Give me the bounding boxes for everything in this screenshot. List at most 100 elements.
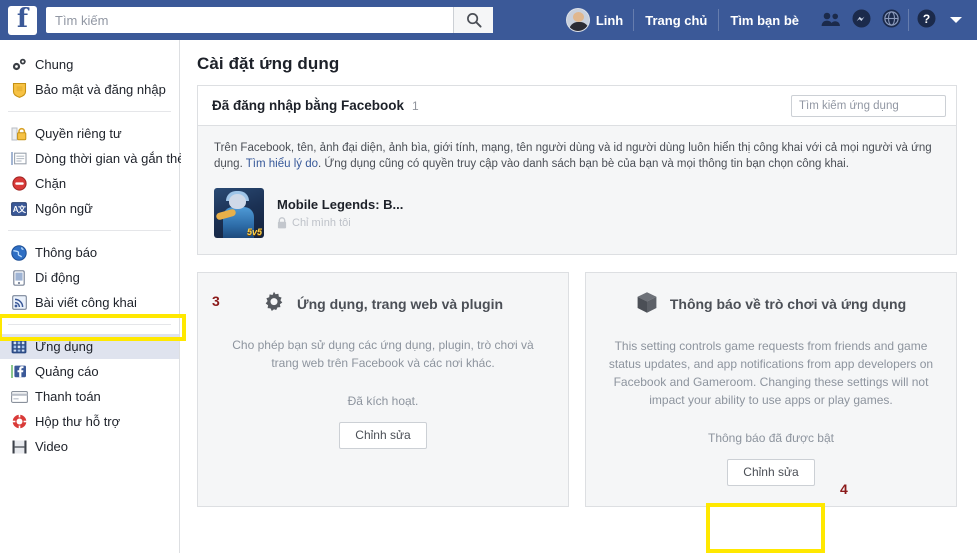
gears-icon: [10, 57, 28, 73]
sidebar-item-payments[interactable]: Thanh toán: [0, 384, 179, 409]
card-header: Đã đăng nhập bằng Facebook 1: [198, 86, 956, 126]
sidebar-item-blocking[interactable]: Chặn: [0, 171, 179, 196]
app-meta: Mobile Legends: B... Chỉ mình tôi: [277, 197, 403, 229]
sidebar-group-3: Thông báo Di động Bài viết công khai: [0, 236, 179, 319]
sidebar-item-label: Chung: [35, 57, 74, 72]
info-text-after-link: . Ứng dụng cũng có quyền truy cập vào da…: [318, 158, 849, 170]
sidebar-item-video[interactable]: Video: [0, 434, 179, 459]
messenger-button[interactable]: [846, 6, 876, 34]
game-app-notifications-panel: Thông báo về trò chơi và ứng dụng This s…: [585, 272, 957, 507]
top-nav-icon-group: ?: [816, 6, 971, 34]
timeline-icon: [10, 151, 28, 167]
annotation-marker-3: 3: [212, 293, 220, 309]
sidebar-item-language[interactable]: A 文 Ngôn ngữ: [0, 196, 179, 221]
friend-requests-button[interactable]: [816, 6, 846, 34]
nav-divider: [718, 9, 720, 31]
sidebar-item-privacy[interactable]: Quyền riêng tư: [0, 121, 179, 146]
sidebar-item-timeline-tagging[interactable]: Dòng thời gian và gắn thẻ: [0, 146, 184, 171]
main-content: Cài đặt ứng dụng Đã đăng nhập bằng Faceb…: [181, 40, 977, 553]
gear-icon: [263, 291, 285, 316]
sidebar-item-label: Video: [35, 439, 69, 454]
sidebar-item-support-inbox[interactable]: Hộp thư hỗ trợ: [0, 409, 179, 434]
sidebar-item-label: Ứng dụng: [35, 339, 94, 354]
apps-info-text: Trên Facebook, tên, ảnh đại diện, ảnh bì…: [198, 126, 956, 184]
sidebar-item-security-login[interactable]: Bảo mật và đăng nhập: [0, 77, 179, 102]
panel-description: Cho phép bạn sử dụng các ứng dụng, plugi…: [232, 338, 534, 370]
settings-panels: Ứng dụng, trang web và plugin Cho phép b…: [197, 272, 957, 507]
app-search-input[interactable]: [791, 94, 946, 117]
top-navigation-bar: f Linh Trang chủ Tìm bạn bè: [0, 0, 977, 40]
settings-sidebar: Chung Bảo mật và đăng nhập Quyền riêng t…: [0, 40, 184, 553]
search-button[interactable]: [453, 7, 493, 33]
app-privacy-label: Chỉ mình tôi: [292, 217, 351, 229]
account-menu-button[interactable]: [941, 6, 971, 34]
apps-edit-button[interactable]: Chỉnh sửa: [339, 422, 427, 449]
shield-icon: [10, 82, 28, 98]
app-thumbnail-badge: 5v5: [246, 227, 262, 237]
panel-header: Ứng dụng, trang web và plugin: [218, 291, 548, 316]
cube-box-icon: [636, 291, 658, 317]
notifications-edit-button[interactable]: Chỉnh sửa: [727, 459, 815, 486]
mobile-icon: [10, 269, 28, 286]
find-friends-link[interactable]: Tìm bạn bè: [721, 6, 808, 34]
sidebar-item-mobile[interactable]: Di động: [0, 265, 179, 290]
notifications-button[interactable]: [876, 6, 906, 34]
apps-icon: [10, 339, 28, 355]
video-filmstrip-icon: [10, 439, 28, 455]
lock-icon: [277, 217, 287, 229]
sidebar-item-general[interactable]: Chung: [0, 52, 179, 77]
sidebar-group-2: Quyền riêng tư Dòng thời gian và gắn thẻ: [0, 117, 184, 225]
annotation-marker-4: 4: [840, 481, 848, 497]
sidebar-item-label: Dòng thời gian và gắn thẻ: [35, 151, 185, 166]
panel-title: Ứng dụng, trang web và plugin: [296, 295, 504, 312]
help-icon: ?: [917, 9, 936, 31]
rss-icon: [10, 295, 28, 311]
padlock-icon: [10, 126, 28, 142]
profile-link[interactable]: Linh: [558, 6, 631, 34]
avatar: [565, 8, 590, 32]
panel-status: Thông báo đã được bật: [708, 431, 834, 445]
learn-why-link[interactable]: Tìm hiểu lý do: [246, 158, 318, 170]
sidebar-item-public-posts[interactable]: Bài viết công khai: [0, 290, 179, 315]
block-icon: [10, 176, 28, 192]
app-privacy[interactable]: Chỉ mình tôi: [277, 217, 403, 229]
logged-in-with-facebook-card: Đã đăng nhập bằng Facebook 1 Trên Facebo…: [197, 85, 957, 255]
sidebar-item-label: Thông báo: [35, 245, 98, 260]
help-button[interactable]: ?: [911, 6, 941, 34]
app-list-item[interactable]: 5v5 Mobile Legends: B... Chỉ mình tôi: [198, 184, 956, 254]
search-input[interactable]: [46, 8, 453, 32]
app-thumbnail[interactable]: 5v5: [214, 188, 264, 238]
sidebar-item-label: Chặn: [35, 176, 67, 191]
sidebar-divider: [8, 230, 171, 231]
sidebar-group-4: Ứng dụng Quảng cáo Thanh toán Hộp thư hỗ…: [0, 330, 179, 463]
svg-text:文: 文: [18, 204, 27, 214]
panel-title: Thông báo về trò chơi và ứng dụng: [669, 296, 907, 312]
search-icon: [466, 12, 482, 28]
sidebar-item-label: Bài viết công khai: [35, 295, 137, 310]
sidebar-item-ads[interactable]: Quảng cáo: [0, 359, 179, 384]
top-nav-right: Linh Trang chủ Tìm bạn bè ?: [558, 0, 977, 40]
sidebar-item-notifications[interactable]: Thông báo: [0, 240, 179, 265]
sidebar-divider: [8, 324, 171, 325]
sidebar-divider: [8, 111, 171, 112]
notifications-globe-icon: [882, 9, 901, 31]
sidebar-item-label: Ngôn ngữ: [35, 201, 93, 216]
home-link[interactable]: Trang chủ: [636, 6, 716, 34]
card-title: Đã đăng nhập bằng Facebook: [212, 98, 405, 113]
sidebar-group-1: Chung Bảo mật và đăng nhập: [0, 48, 179, 106]
global-search: [46, 7, 493, 33]
sidebar-item-apps[interactable]: Ứng dụng: [0, 334, 179, 359]
panel-status: Đã kích hoạt.: [347, 394, 419, 408]
svg-text:?: ?: [922, 12, 929, 26]
apps-websites-plugins-panel: Ứng dụng, trang web và plugin Cho phép b…: [197, 272, 569, 507]
globe-icon: [10, 244, 28, 261]
sidebar-item-label: Hộp thư hỗ trợ: [35, 414, 121, 429]
app-name[interactable]: Mobile Legends: B...: [277, 197, 403, 212]
payments-icon: [10, 389, 28, 405]
sidebar-item-label: Thanh toán: [35, 389, 101, 404]
messenger-icon: [852, 9, 871, 31]
ads-icon: [10, 364, 28, 380]
sidebar-item-label: Di động: [35, 270, 80, 285]
facebook-logo-icon[interactable]: f: [8, 5, 37, 35]
card-body: Trên Facebook, tên, ảnh đại diện, ảnh bì…: [198, 126, 956, 254]
